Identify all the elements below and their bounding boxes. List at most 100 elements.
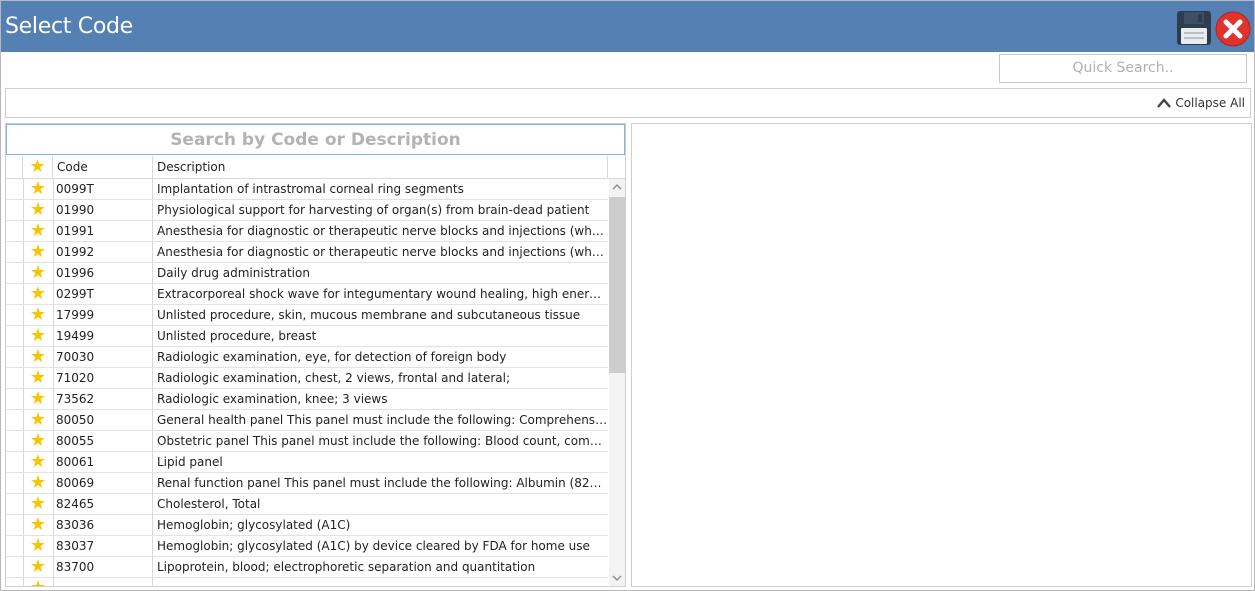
table-row[interactable]: ★ 80069 Renal function panel This panel mu… (6, 473, 608, 494)
favorite-column-header[interactable]: ★ (23, 156, 53, 178)
description-cell: Daily drug administration (157, 266, 310, 280)
window-title: Select Code (5, 14, 133, 39)
description-cell: Radiologic examination, knee; 3 views (157, 392, 388, 406)
code-search-input[interactable] (6, 124, 625, 155)
row-indicator (6, 578, 24, 586)
table-row[interactable]: ★ 82465 Cholesterol, Total (6, 494, 608, 515)
table-row[interactable]: ★ 01996 Daily drug administration (6, 263, 608, 284)
table-row[interactable]: ★ 0299T Extracorporeal shock wave for inte… (6, 284, 608, 305)
quick-search-input[interactable] (999, 54, 1247, 83)
table-row[interactable]: ★ 83036 Hemoglobin; glycosylated (A1C) (6, 515, 608, 536)
row-indicator (6, 179, 24, 199)
table-row[interactable]: ★ 71020 Radiologic examination, chest, 2 v… (6, 368, 608, 389)
table-row[interactable]: ★ 83700 Lipoprotein, blood; electrophoreti… (6, 557, 608, 578)
code-grid-rows: ★ 0099T Implantation of intrastromal corne… (6, 179, 608, 586)
table-row[interactable]: ★ 01990 Physiological support for harvesti… (6, 200, 608, 221)
favorite-star-icon[interactable]: ★ (23, 452, 54, 472)
close-icon (1215, 11, 1251, 47)
code-cell: 80061 (53, 452, 153, 472)
row-indicator (6, 221, 24, 241)
row-indicator (6, 473, 24, 493)
favorite-star-icon[interactable]: ★ (23, 221, 54, 241)
code-cell: 80069 (53, 473, 153, 493)
description-cell: Unlisted procedure, breast (157, 329, 317, 343)
scroll-down-button[interactable] (609, 570, 625, 586)
favorite-star-icon[interactable]: ★ (23, 263, 54, 283)
code-cell: 01991 (53, 221, 153, 241)
detail-panel (631, 123, 1252, 587)
table-row[interactable]: ★ 70030 Radiologic examination, eye, for d… (6, 347, 608, 368)
favorite-star-icon[interactable]: ★ (23, 578, 54, 586)
favorite-star-icon[interactable]: ★ (23, 326, 54, 346)
vertical-scrollbar[interactable] (609, 179, 625, 586)
code-cell: 83700 (53, 557, 153, 577)
floppy-disk-icon (1177, 11, 1211, 45)
row-indicator (6, 389, 24, 409)
scroll-thumb[interactable] (609, 197, 625, 373)
description-column-header[interactable]: Description (153, 156, 608, 178)
row-indicator (6, 242, 24, 262)
description-cell: General health panel This panel must inc… (157, 413, 608, 427)
description-cell: Unlisted procedure, skin, mucous membran… (157, 308, 581, 322)
row-indicator (6, 557, 24, 577)
row-indicator (6, 494, 24, 514)
favorite-star-icon[interactable]: ★ (23, 494, 54, 514)
table-row[interactable]: ★ 01991 Anesthesia for diagnostic or thera… (6, 221, 608, 242)
row-indicator (6, 263, 24, 283)
description-cell: Hemoglobin; glycosylated (A1C) (157, 518, 351, 532)
description-cell: Lipid panel (157, 455, 223, 469)
description-cell: Radiologic examination, eye, for detecti… (157, 350, 507, 364)
table-row[interactable]: ★ 73562 Radiologic examination, knee; 3 vi… (6, 389, 608, 410)
description-cell: Renal function panel This panel must inc… (157, 476, 608, 490)
table-row[interactable]: ★ 17999 Unlisted procedure, skin, mucous m… (6, 305, 608, 326)
chevron-up-icon (612, 184, 622, 190)
header-spacer (608, 156, 625, 178)
favorite-star-icon[interactable]: ★ (23, 368, 54, 388)
save-button[interactable] (1176, 10, 1212, 46)
favorite-star-icon[interactable]: ★ (23, 389, 54, 409)
close-button[interactable] (1215, 11, 1251, 47)
code-cell: 70030 (53, 347, 153, 367)
table-row[interactable]: ★ 80061 Lipid panel (6, 452, 608, 473)
favorite-star-icon[interactable]: ★ (23, 305, 54, 325)
code-cell: 17999 (53, 305, 153, 325)
row-indicator (6, 284, 24, 304)
favorite-star-icon[interactable]: ★ (23, 536, 54, 556)
favorite-star-icon[interactable]: ★ (23, 410, 54, 430)
code-list-panel: ★ Code Description ★0099TImplantation of… (5, 123, 626, 587)
favorite-star-icon[interactable]: ★ (23, 179, 54, 199)
favorite-star-icon[interactable]: ★ (23, 473, 54, 493)
code-cell: 80055 (53, 431, 153, 451)
header-indicator (6, 156, 23, 178)
description-cell: Radiologic examination, chest, 2 views, … (157, 371, 510, 385)
star-icon: ★ (29, 156, 46, 177)
row-indicator (6, 410, 24, 430)
collapse-all-button[interactable]: Collapse All (1156, 96, 1245, 110)
code-cell: 01992 (53, 242, 153, 262)
favorite-star-icon[interactable]: ★ (23, 515, 54, 535)
code-cell: 71020 (53, 368, 153, 388)
code-cell: 73562 (53, 389, 153, 409)
table-row[interactable]: ★ 01992 Anesthesia for diagnostic or thera… (6, 242, 608, 263)
favorite-star-icon[interactable]: ★ (23, 431, 54, 451)
chevron-down-icon (612, 575, 622, 581)
code-cell: 83037 (53, 536, 153, 556)
scroll-up-button[interactable] (609, 179, 625, 195)
favorite-star-icon[interactable]: ★ (23, 242, 54, 262)
table-row[interactable]: ★ 19499 Unlisted procedure, breast (6, 326, 608, 347)
table-row[interactable]: ★ 0099T Implantation of intrastromal corne… (6, 179, 608, 200)
favorite-star-icon[interactable]: ★ (23, 347, 54, 367)
favorite-star-icon[interactable]: ★ (23, 284, 54, 304)
table-row[interactable]: ★ 80050 General health panel This panel mu… (6, 410, 608, 431)
table-row[interactable]: ★ 80055 Obstetric panel This panel must in… (6, 431, 608, 452)
grid-header: ★ Code Description (6, 156, 625, 179)
favorite-star-icon[interactable]: ★ (23, 200, 54, 220)
code-column-header[interactable]: Code (53, 156, 153, 178)
row-indicator (6, 326, 24, 346)
table-row[interactable]: ★ 83037 Hemoglobin; glycosylated (A1C) by … (6, 536, 608, 557)
favorite-star-icon[interactable]: ★ (23, 557, 54, 577)
description-cell: Obstetric panel This panel must include … (157, 434, 608, 448)
table-row[interactable]: ★ (6, 578, 608, 586)
collapse-all-label: Collapse All (1175, 96, 1245, 110)
select-code-window: Select Code Collapse All (0, 0, 1255, 591)
